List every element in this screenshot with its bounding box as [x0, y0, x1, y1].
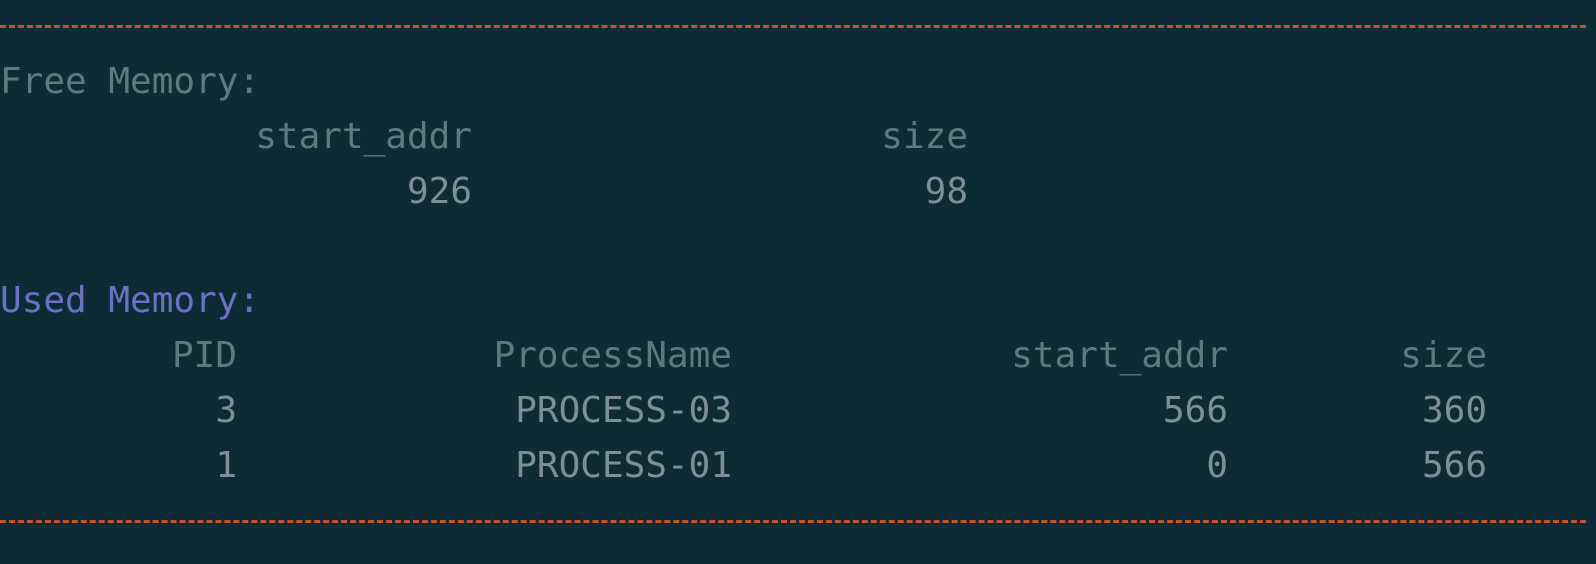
- used-row-size: 360: [1421, 390, 1487, 431]
- used-col-process-name: ProcessName: [493, 335, 732, 376]
- used-row-process-name: PROCESS-01: [515, 445, 732, 486]
- used-col-size: size: [1400, 335, 1487, 376]
- separator-bottom: [0, 520, 1586, 523]
- table-row: 1 PROCESS-01 0 566: [0, 438, 1596, 494]
- used-row-pid: 3: [215, 390, 237, 431]
- used-row-size: 566: [1421, 445, 1487, 486]
- used-col-start-addr: start_addr: [1011, 335, 1228, 376]
- used-row-start-addr: 0: [1206, 445, 1228, 486]
- used-row-pid: 1: [215, 445, 237, 486]
- free-memory-title: Free Memory:: [0, 61, 261, 102]
- free-col-start-addr: start_addr: [255, 116, 472, 157]
- used-row-process-name: PROCESS-03: [515, 390, 732, 431]
- free-col-size: size: [881, 116, 968, 157]
- used-memory-title: Used Memory:: [0, 280, 261, 321]
- table-row: 926 98: [0, 164, 1596, 220]
- separator-top: [0, 25, 1586, 28]
- used-memory-header: PID ProcessName start_addr size: [0, 328, 1596, 384]
- free-row-start-addr: 926: [406, 171, 472, 212]
- table-row: 3 PROCESS-03 566 360: [0, 383, 1596, 439]
- terminal-window[interactable]: Free Memory: start_addr size 926 98 Used…: [0, 0, 1596, 564]
- used-col-pid: PID: [171, 335, 237, 376]
- used-row-start-addr: 566: [1162, 390, 1228, 431]
- free-memory-header: start_addr size: [0, 109, 1596, 165]
- free-row-size: 98: [924, 171, 968, 212]
